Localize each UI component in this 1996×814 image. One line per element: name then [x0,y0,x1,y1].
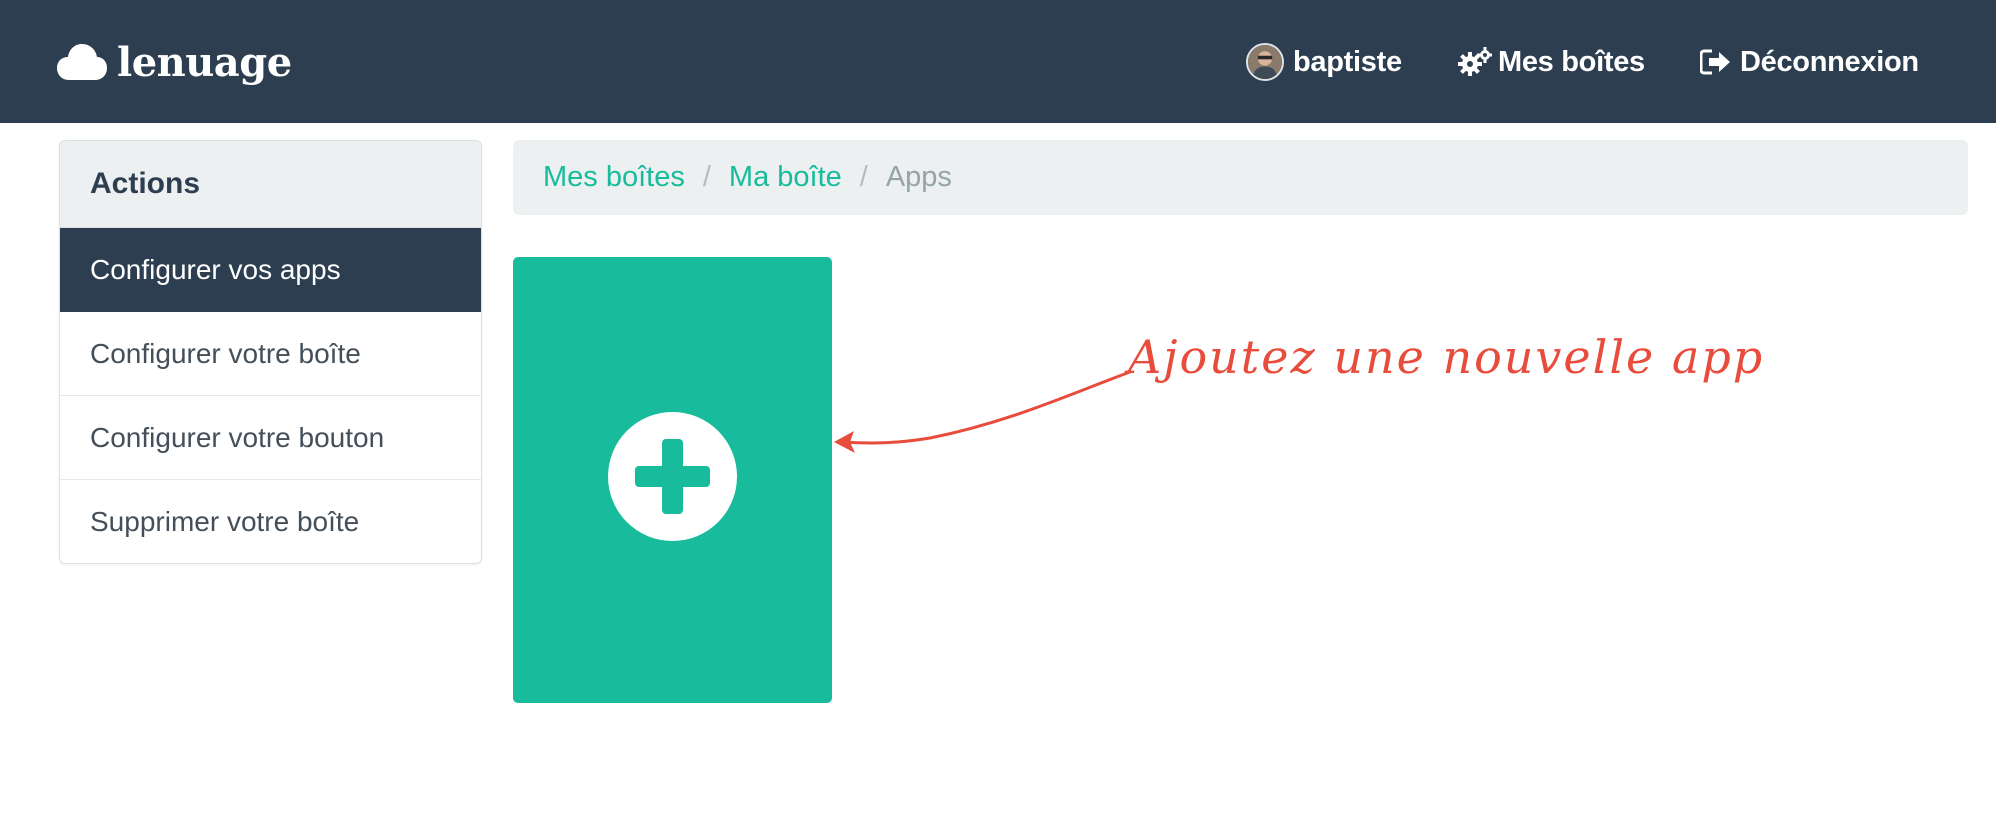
sidebar-actions: Actions Configurer vos apps Configurer v… [59,140,482,564]
breadcrumb-current-apps: Apps [885,161,952,193]
breadcrumb-link-my-boxes[interactable]: Mes boîtes [543,161,685,194]
sidebar-item-configure-box[interactable]: Configurer votre boîte [60,312,481,396]
add-app-tile[interactable] [513,257,832,703]
breadcrumb: Mes boîtes / Ma boîte / Apps [513,140,1968,215]
navbar: lenuage baptiste Mes boîtes Déconnexion [0,0,1996,123]
sign-out-icon [1700,49,1730,75]
sidebar-item-configure-apps[interactable]: Configurer vos apps [60,228,481,312]
brand-name: lenuage [117,38,292,86]
annotation-arrow-icon [834,370,1132,453]
nav-user-label: baptiste [1293,45,1402,78]
cloud-icon [57,44,107,80]
sidebar-item-configure-button[interactable]: Configurer votre bouton [60,396,481,480]
brand-link[interactable]: lenuage [57,36,292,88]
sidebar-heading: Actions [60,141,481,228]
sidebar-item-delete-box[interactable]: Supprimer votre boîte [60,480,481,563]
gears-icon [1458,47,1492,76]
annotation-text: Ajoutez une nouvelle app [1128,330,1765,384]
breadcrumb-separator: / [859,161,868,193]
breadcrumb-separator: / [702,161,711,193]
avatar [1246,43,1284,81]
breadcrumb-link-my-box[interactable]: Ma boîte [729,161,842,194]
nav-user-link[interactable]: baptiste [1246,40,1402,84]
plus-icon [608,412,737,541]
nav-logout-link[interactable]: Déconnexion [1700,40,1919,84]
nav-boxes-link[interactable]: Mes boîtes [1458,40,1645,84]
nav-logout-label: Déconnexion [1740,45,1919,78]
nav-boxes-label: Mes boîtes [1498,45,1645,78]
